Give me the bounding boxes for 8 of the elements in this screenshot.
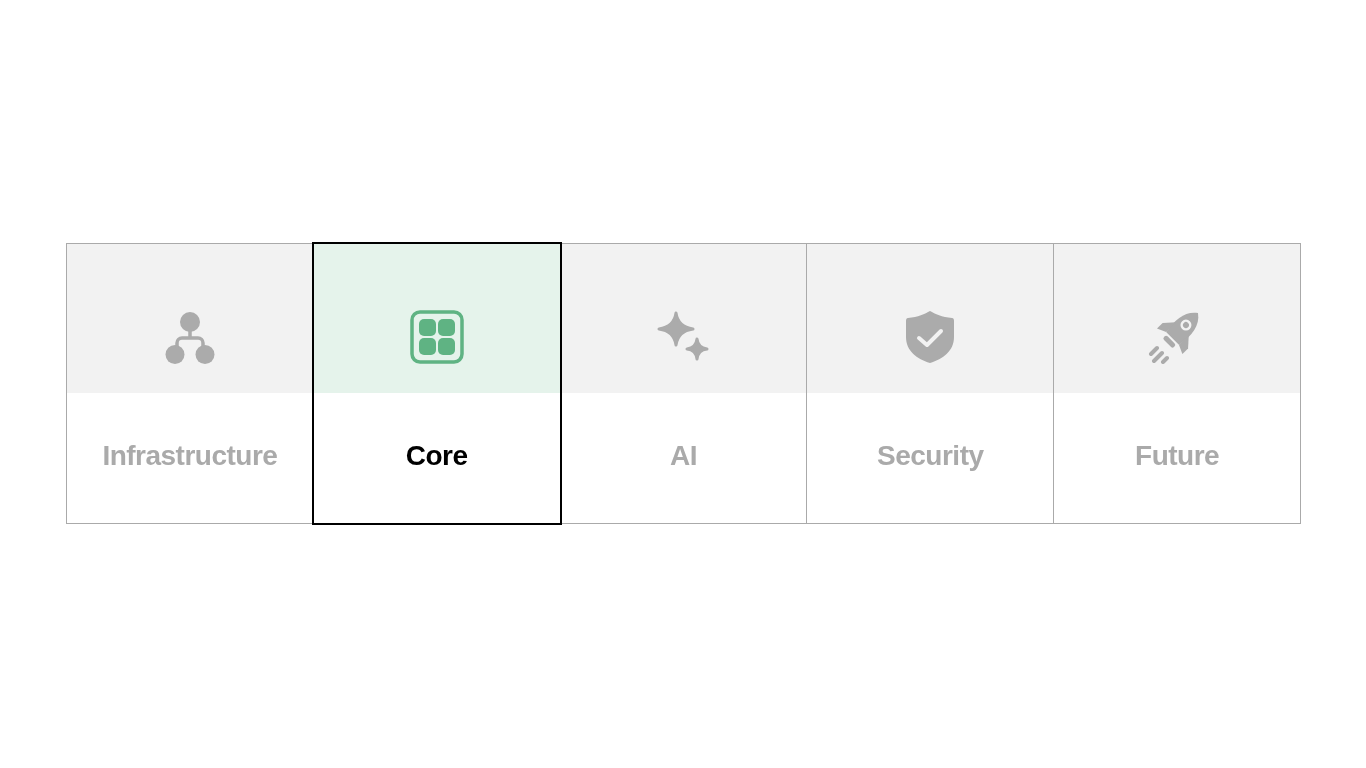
- tab[interactable]: AI: [559, 243, 808, 524]
- shield-check-icon: [905, 310, 956, 364]
- tab[interactable]: Security: [806, 243, 1055, 524]
- tab[interactable]: Core: [312, 243, 561, 524]
- tab[interactable]: Infrastructure: [66, 243, 314, 524]
- grid-icon: [409, 310, 464, 364]
- hierarchy-icon: [164, 312, 215, 364]
- tab[interactable]: Future: [1053, 243, 1301, 524]
